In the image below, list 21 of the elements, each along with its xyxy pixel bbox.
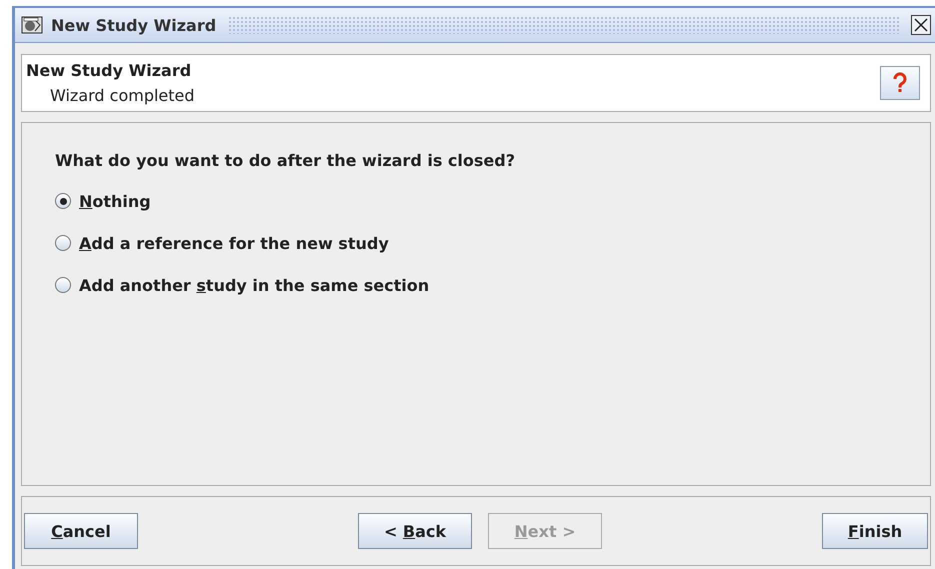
radio-option[interactable]: Nothing <box>55 180 930 222</box>
option-label: Add another study in the same section <box>79 276 430 294</box>
question-text: What do you want to do after the wizard is closed? <box>55 151 516 170</box>
header-title: New Study Wizard <box>26 61 192 80</box>
dialog-button[interactable]: < Back <box>358 513 472 549</box>
radio-option[interactable]: Add another study in the same section <box>55 264 930 306</box>
radio-button[interactable] <box>55 193 71 209</box>
radio-option[interactable]: Add a reference for the new study <box>55 222 930 264</box>
radio-button[interactable] <box>55 277 71 293</box>
window-title: New Study Wizard <box>51 16 216 34</box>
option-label: Nothing <box>79 192 151 210</box>
dialog-button[interactable]: Finish <box>822 513 928 549</box>
close-icon <box>913 17 929 33</box>
help-button[interactable] <box>880 66 920 100</box>
wizard-icon <box>21 16 43 34</box>
option-label: Add a reference for the new study <box>79 234 389 252</box>
question-mark-icon <box>891 72 909 94</box>
dialog-button[interactable]: Cancel <box>24 513 138 549</box>
radio-button[interactable] <box>55 235 71 251</box>
header-subtitle: Wizard completed <box>49 86 195 105</box>
close-button[interactable] <box>911 15 931 35</box>
